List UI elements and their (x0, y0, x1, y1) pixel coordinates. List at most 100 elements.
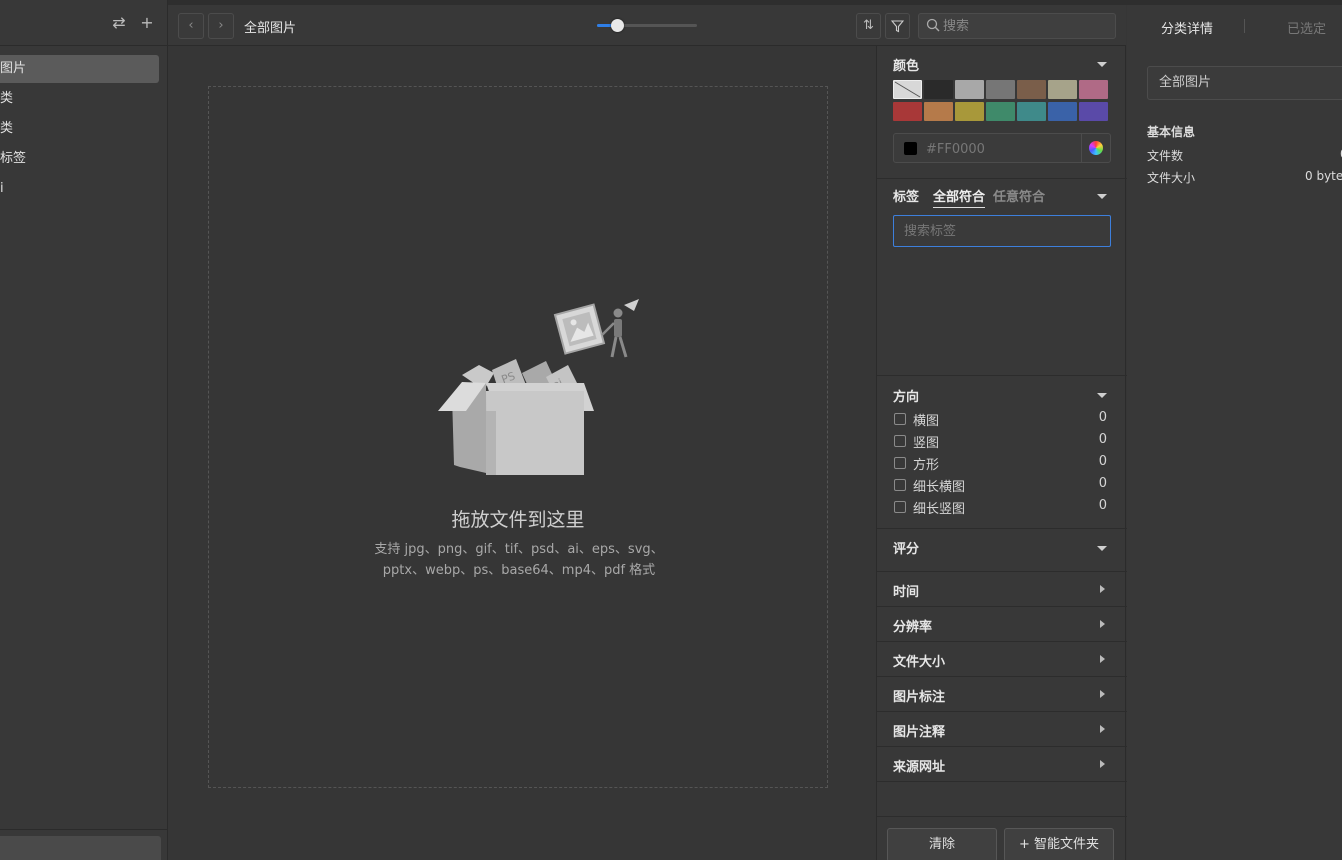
color-swatch[interactable] (1017, 80, 1046, 99)
tag-search-input[interactable] (894, 216, 1110, 246)
orientation-option-wide[interactable]: 细长横图 0 (893, 475, 1111, 495)
section-title: 文件大小 (893, 655, 946, 670)
color-swatch-none[interactable] (893, 80, 922, 99)
file-count-label: 文件数 (1147, 149, 1184, 163)
tab-category-details[interactable]: 分类详情 (1161, 18, 1213, 37)
option-label: 细长竖图 (913, 502, 966, 517)
section-title: 时间 (893, 585, 920, 600)
tab-match-all[interactable]: 全部符合 (933, 186, 986, 208)
tags-collapse-icon[interactable] (1097, 194, 1107, 199)
folder-name-field[interactable]: 全部图片 (1147, 66, 1342, 100)
file-size-label: 文件大小 (1147, 171, 1196, 185)
chevron-left-icon: ‹ (188, 18, 194, 33)
checkbox[interactable] (894, 435, 906, 447)
sidebar-item-category[interactable]: 类 (0, 115, 13, 143)
sidebar-header: ⇄ + (0, 0, 167, 46)
color-swatch[interactable] (1079, 80, 1108, 99)
tab-match-any[interactable]: 任意符合 (993, 186, 1045, 205)
tag-search-field[interactable] (893, 215, 1111, 247)
drop-zone-title: 拖放文件到这里 (451, 509, 585, 531)
orientation-option-landscape[interactable]: 横图 0 (893, 409, 1111, 429)
zoom-slider[interactable] (597, 19, 697, 32)
sidebar-bottom-bar[interactable] (0, 836, 161, 860)
sort-button[interactable]: ⇅ (856, 13, 881, 39)
color-swatch[interactable] (1079, 102, 1108, 121)
sidebar-item-label: i (0, 181, 4, 196)
hex-color-input[interactable] (926, 140, 1076, 158)
option-label: 细长横图 (913, 480, 966, 495)
option-count: 0 (1098, 454, 1107, 469)
sidebar-item-tags[interactable]: 标签 (0, 145, 26, 173)
sidebar-item-all-images[interactable]: 图片 (0, 55, 159, 83)
zoom-slider-knob[interactable] (611, 19, 624, 32)
sidebar-item-label: 图片 (0, 61, 27, 76)
checkbox[interactable] (894, 501, 906, 513)
tab-selected[interactable]: 已选定 (1287, 18, 1326, 37)
rating-collapse-icon[interactable] (1097, 546, 1107, 551)
checkbox[interactable] (894, 479, 906, 491)
orientation-collapse-icon[interactable] (1097, 393, 1107, 398)
option-count: 0 (1098, 498, 1107, 513)
section-divider (877, 781, 1127, 782)
checkbox[interactable] (894, 413, 906, 425)
color-swatch[interactable] (924, 80, 953, 99)
section-title: 来源网址 (893, 760, 946, 775)
color-swatch[interactable] (955, 102, 984, 121)
color-swatch[interactable] (986, 102, 1015, 121)
filter-icon (890, 20, 905, 33)
color-swatch[interactable] (893, 102, 922, 121)
section-divider (877, 178, 1127, 179)
basic-info-heading: 基本信息 (1147, 125, 1196, 139)
section-title: 分辨率 (893, 620, 933, 635)
option-count: 0 (1098, 476, 1107, 491)
section-divider (877, 676, 1127, 677)
drop-zone-subtitle-line2: pptx、webp、ps、base64、mp4、pdf 格式 (382, 563, 656, 578)
color-swatch[interactable] (955, 80, 984, 99)
section-divider (877, 641, 1127, 642)
orientation-section-title: 方向 (893, 390, 920, 405)
clear-button[interactable]: 清除 (887, 828, 997, 860)
section-divider (877, 711, 1127, 712)
color-swatch[interactable] (1048, 80, 1077, 99)
color-swatch[interactable] (1017, 102, 1046, 121)
add-icon[interactable]: + (138, 14, 156, 32)
orientation-option-square[interactable]: 方形 0 (893, 453, 1111, 473)
chevron-right-icon (1100, 690, 1105, 698)
color-swatch[interactable] (924, 102, 953, 121)
chevron-right-icon: › (218, 18, 224, 33)
section-divider (877, 375, 1127, 376)
orientation-option-tall[interactable]: 细长竖图 0 (893, 497, 1111, 517)
sidebar-item-label: 类 (0, 121, 14, 136)
color-wheel-icon (1089, 141, 1103, 155)
section-divider (877, 571, 1127, 572)
sidebar-divider (0, 829, 168, 830)
drop-zone-subtitle-line1: 支持 jpg、png、gif、tif、psd、ai、eps、svg、 (374, 542, 664, 557)
chevron-right-icon (1100, 620, 1105, 628)
section-divider (877, 746, 1127, 747)
orientation-option-portrait[interactable]: 竖图 0 (893, 431, 1111, 451)
search-box[interactable] (918, 13, 1116, 39)
swap-icon[interactable]: ⇄ (110, 14, 128, 32)
option-label: 横图 (913, 414, 940, 429)
sidebar-item-other[interactable]: i (0, 175, 4, 203)
color-swatch[interactable] (1048, 102, 1077, 121)
box-illustration-icon: PS ai (438, 299, 639, 475)
option-label: 方形 (913, 458, 940, 473)
hex-color-field[interactable] (893, 133, 1111, 163)
color-picker-button[interactable] (1081, 134, 1110, 162)
rating-section-title: 评分 (893, 542, 920, 557)
main-toolbar: ‹ › 全部图片 ⇅ (168, 5, 1126, 46)
search-icon (926, 18, 940, 32)
forward-button[interactable]: › (208, 13, 234, 39)
drop-zone[interactable]: PS ai 拖放文件到这里 支持 jpg、png、gif、tif、psd、ai、… (208, 86, 828, 788)
sidebar-item-unclassified[interactable]: 类 (0, 85, 13, 113)
filter-panel: 颜色 标签 全部符合 任意符合 方向 横图 0 竖图 0 方形 0 细长横图 0… (876, 46, 1127, 860)
section-divider (877, 528, 1127, 529)
smart-folder-button[interactable]: + 智能文件夹 (1004, 828, 1114, 860)
back-button[interactable]: ‹ (178, 13, 204, 39)
filter-button[interactable] (885, 13, 910, 39)
checkbox[interactable] (894, 457, 906, 469)
color-collapse-icon[interactable] (1097, 62, 1107, 67)
color-swatch[interactable] (986, 80, 1015, 99)
search-input[interactable] (943, 17, 1108, 35)
